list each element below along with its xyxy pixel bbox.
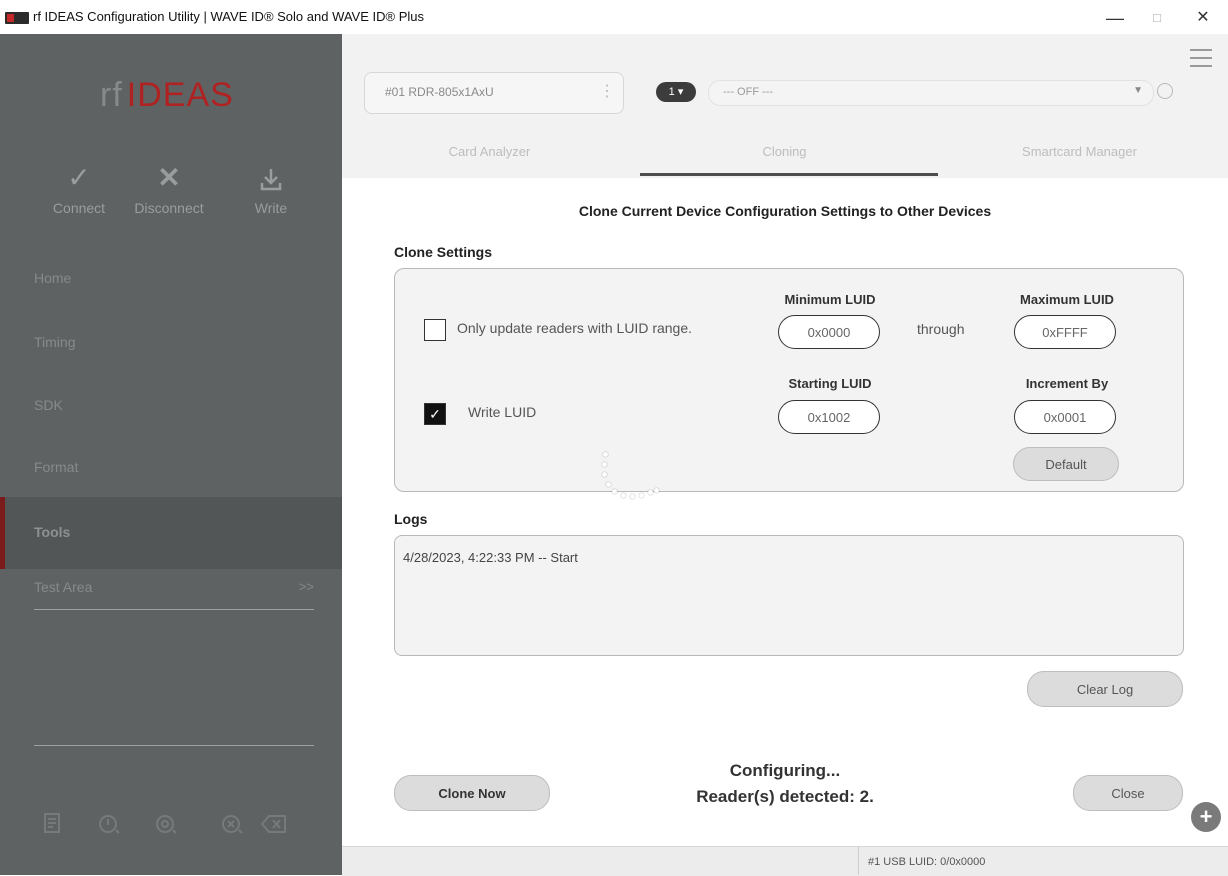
only-update-label: Only update readers with LUID range. [457,320,693,336]
maximize-button[interactable]: □ [1142,6,1172,30]
status-bar-text: #1 USB LUID: 0/0x0000 [868,856,986,868]
x-icon: ✕ [157,162,181,193]
app-icon [5,12,29,24]
logs-label: Logs [394,511,428,527]
write-luid-checkbox[interactable]: ✓ [424,403,446,425]
nav-item-home[interactable]: Home [34,270,314,286]
status-bar [342,846,1228,876]
test-area-item[interactable]: Test Area >> [34,577,314,610]
chevron-right-icon: >> [298,579,314,594]
device-select[interactable]: #01 RDR-805x1AxU ⋮ [364,72,624,114]
logo-ideas: IDEAS [126,76,234,114]
increment-by-input[interactable]: 0x0001 [1014,400,1116,434]
through-label: through [917,321,965,337]
page-heading: Clone Current Device Configuration Setti… [578,203,992,219]
logs-panel[interactable]: 4/28/2023, 4:22:33 PM -- Start [394,535,1184,656]
close-button[interactable]: Close [1073,775,1183,811]
connect-button[interactable]: ✓ Connect [34,162,124,216]
active-tab-indicator [640,173,938,176]
sidebar-divider [34,745,314,746]
chevron-down-icon: ▼ [1133,85,1143,96]
write-label: Write [254,200,288,216]
device-select-value: #01 RDR-805x1AxU [385,85,494,99]
starting-luid-input[interactable]: 0x1002 [778,400,880,434]
title-bar: rf IDEAS Configuration Utility | WAVE ID… [0,0,1228,34]
test-area-label: Test Area [34,579,93,595]
max-luid-label: Maximum LUID [1020,292,1114,307]
disconnect-label: Disconnect [134,200,204,216]
status-line-1: Configuring... [729,761,841,780]
reader-count-badge[interactable]: 1 ▾ [656,82,696,102]
status-line-2: Reader(s) detected: 2. [696,787,874,806]
check-icon: ✓ [67,162,91,193]
loading-spinner-icon [590,450,670,510]
rf-ideas-logo: rf IDEAS [100,76,234,115]
nav-item-format[interactable]: Format [34,459,314,475]
logo-rf: rf [100,76,123,114]
starting-luid-label: Starting LUID [788,376,872,391]
max-luid-input[interactable]: 0xFFFF [1014,315,1116,349]
mode-select[interactable]: --- OFF --- ▼ [708,80,1154,106]
status-bar-divider [858,846,859,875]
minimize-button[interactable]: — [1100,6,1130,30]
connect-label: Connect [52,200,106,216]
sidebar [0,34,342,875]
default-button[interactable]: Default [1013,447,1119,481]
clone-settings-label: Clone Settings [394,244,493,260]
log-entry: 4/28/2023, 4:22:33 PM -- Start [403,550,578,565]
menu-icon[interactable] [1190,49,1212,73]
nav-item-tools[interactable]: Tools [34,524,314,540]
mode-select-value: --- OFF --- [723,86,774,98]
notes-icon[interactable] [37,812,69,844]
cancel-icon[interactable] [216,812,248,844]
tab-card-analyzer[interactable]: Card Analyzer [342,144,637,159]
nav-item-timing[interactable]: Timing [34,334,314,350]
increment-by-label: Increment By [1025,376,1109,391]
nav-active-indicator [0,497,5,569]
tab-cloning[interactable]: Cloning [637,144,932,159]
clear-log-button[interactable]: Clear Log [1027,671,1183,707]
clone-now-button[interactable]: Clone Now [394,775,550,811]
write-button[interactable]: Write [226,162,316,216]
window-title: rf IDEAS Configuration Utility | WAVE ID… [33,9,424,24]
more-vertical-icon: ⋮ [599,83,615,100]
badge-value: 1 [668,86,675,98]
firmware-icon[interactable] [93,812,125,844]
disconnect-button[interactable]: ✕ Disconnect [124,162,214,216]
close-window-button[interactable]: ✕ [1188,6,1218,30]
write-luid-label: Write LUID [468,404,537,420]
only-update-checkbox[interactable] [424,319,446,341]
nav-item-sdk[interactable]: SDK [34,397,314,413]
configuring-status: Configuring... Reader(s) detected: 2. [650,758,920,810]
add-icon[interactable]: + [1191,802,1221,832]
status-indicator-icon [1157,83,1173,99]
download-icon [226,162,316,194]
tab-smartcard-manager[interactable]: Smartcard Manager [932,144,1227,159]
min-luid-input[interactable]: 0x0000 [778,315,880,349]
min-luid-label: Minimum LUID [784,292,876,307]
refresh-icon[interactable] [150,812,182,844]
backspace-icon[interactable] [258,812,290,844]
